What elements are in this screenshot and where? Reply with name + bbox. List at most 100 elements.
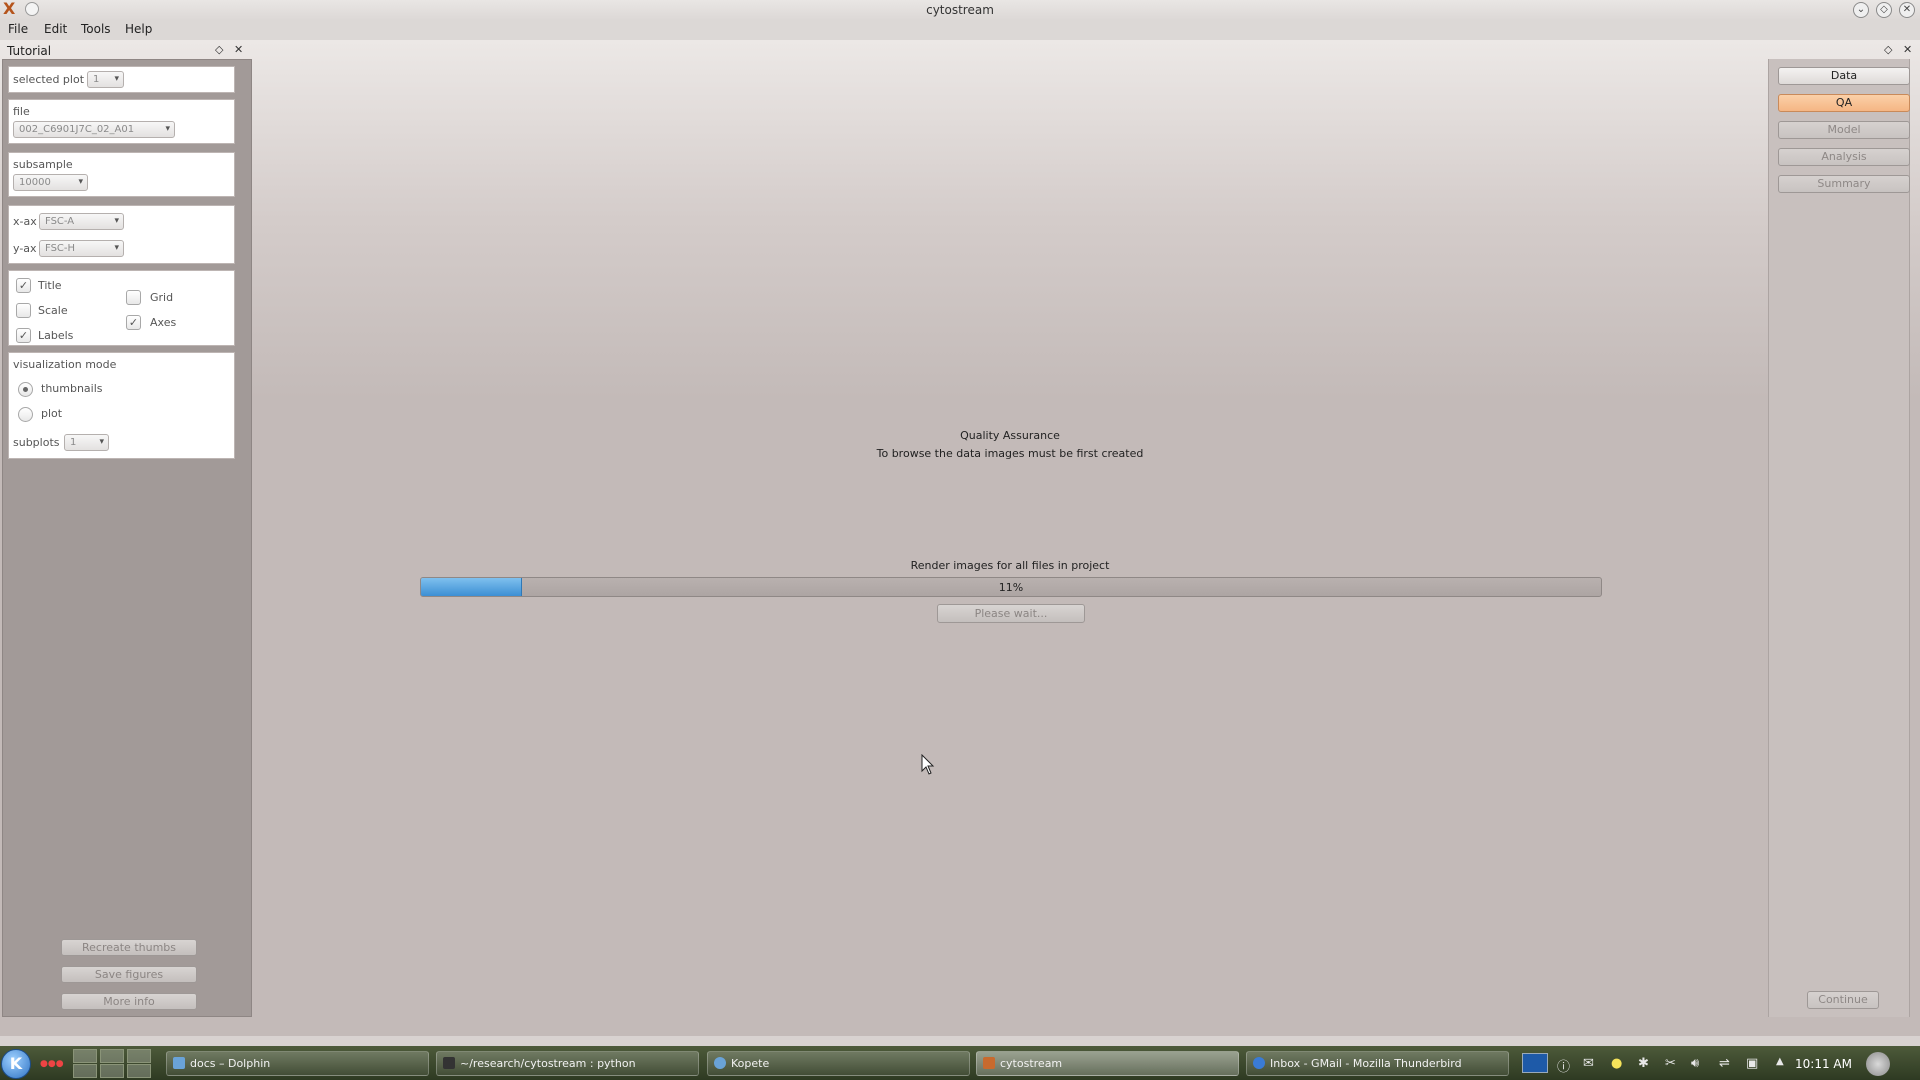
scale-checkbox-label: Scale: [38, 304, 68, 317]
mail-icon[interactable]: ✉: [1583, 1056, 1594, 1071]
grid-checkbox-label: Grid: [150, 291, 174, 304]
task-cytostream[interactable]: cytostream: [976, 1051, 1239, 1076]
subsample-value: 10000: [19, 177, 51, 188]
xax-value: FSC-A: [45, 216, 75, 227]
activity-icon[interactable]: ●●●: [40, 1059, 64, 1069]
taskbar: K ●●● docs – Dolphin ~/research/cytostre…: [0, 1046, 1920, 1080]
desktop-pager-4[interactable]: [73, 1064, 97, 1078]
network-icon[interactable]: ⇌: [1719, 1056, 1730, 1071]
menu-tools[interactable]: Tools: [81, 22, 111, 36]
dock-float-icon[interactable]: ◇: [215, 43, 223, 56]
chevron-down-icon: ▾: [114, 243, 119, 253]
labels-checkbox-label: Labels: [38, 329, 74, 342]
yax-select[interactable]: FSC-H ▾: [39, 240, 124, 257]
menu-bar: File Edit Tools Help: [0, 20, 1920, 40]
task-kopete[interactable]: Kopete: [707, 1051, 970, 1076]
vis-mode-label: visualization mode: [13, 358, 117, 371]
chevron-down-icon: ▾: [114, 216, 119, 226]
more-info-button[interactable]: More info: [61, 993, 197, 1010]
left-dock-header: Tutorial ◇ ✕: [0, 40, 252, 60]
folder-icon: [173, 1057, 185, 1069]
nav-analysis-button[interactable]: Analysis: [1778, 148, 1910, 166]
desktop-pager-6[interactable]: [127, 1064, 151, 1078]
minimize-button[interactable]: ⌄: [1853, 2, 1869, 18]
task-label: Kopete: [731, 1057, 770, 1070]
task-label: cytostream: [1000, 1057, 1063, 1070]
nav-data-button[interactable]: Data: [1778, 67, 1910, 85]
nav-qa-button[interactable]: QA: [1778, 94, 1910, 112]
title-bar: X cytostream ⌄ ◇ ✕: [0, 0, 1920, 20]
please-wait-button[interactable]: Please wait...: [937, 604, 1085, 623]
close-window-button[interactable]: ✕: [1899, 2, 1915, 18]
display-icon[interactable]: [1522, 1053, 1548, 1073]
menu-file[interactable]: File: [8, 22, 28, 36]
task-label: ~/research/cytostream : python: [460, 1057, 636, 1070]
power-icon[interactable]: ▣: [1746, 1056, 1758, 1071]
status-smiley-icon[interactable]: ●: [1611, 1056, 1622, 1071]
xax-select[interactable]: FSC-A ▾: [39, 213, 124, 230]
task-terminal[interactable]: ~/research/cytostream : python: [436, 1051, 699, 1076]
recreate-thumbs-button[interactable]: Recreate thumbs: [61, 939, 197, 956]
window-title: cytostream: [926, 3, 994, 17]
task-label: docs – Dolphin: [190, 1057, 271, 1070]
subsample-panel: subsample 10000 ▾: [8, 152, 235, 197]
file-select[interactable]: 002_C6901J7C_02_A01 ▾: [13, 121, 175, 138]
subsample-select[interactable]: 10000 ▾: [13, 174, 88, 191]
task-thunderbird[interactable]: Inbox - GMail - Mozilla Thunderbird: [1246, 1051, 1509, 1076]
selected-plot-panel: selected plot 1 ▾: [8, 66, 235, 93]
grid-checkbox[interactable]: [126, 290, 141, 305]
nav-model-button[interactable]: Model: [1778, 121, 1910, 139]
selected-plot-value: 1: [93, 74, 100, 85]
scale-checkbox[interactable]: [16, 303, 31, 318]
menu-help[interactable]: Help: [125, 22, 152, 36]
expand-tray-icon[interactable]: ▲: [1776, 1056, 1784, 1067]
maximize-button[interactable]: ◇: [1876, 2, 1892, 18]
info-icon[interactable]: ⓘ: [1557, 1056, 1570, 1075]
volume-icon[interactable]: 🔊︎: [1691, 1056, 1699, 1071]
save-figures-button[interactable]: Save figures: [61, 966, 197, 983]
cytostream-icon: [983, 1057, 995, 1069]
axes-checkbox-label: Axes: [150, 316, 177, 329]
visualization-mode-panel: visualization mode thumbnails plot subpl…: [8, 352, 235, 459]
continue-button[interactable]: Continue: [1807, 991, 1879, 1009]
desktop-pager-2[interactable]: [100, 1049, 124, 1063]
bluetooth-icon[interactable]: ✱: [1638, 1056, 1649, 1071]
thumbnails-radio[interactable]: [18, 382, 33, 397]
status-bar: [0, 1036, 1920, 1046]
menu-edit[interactable]: Edit: [44, 22, 67, 36]
nav-summary-button[interactable]: Summary: [1778, 175, 1910, 193]
dock-float-icon[interactable]: ◇: [1884, 43, 1892, 56]
kde-menu-icon[interactable]: K: [1, 1049, 31, 1079]
file-panel: file 002_C6901J7C_02_A01 ▾: [8, 99, 235, 144]
mouse-cursor-icon: [921, 753, 935, 779]
thunderbird-icon: [1253, 1057, 1265, 1069]
plot-radio-label: plot: [41, 407, 63, 420]
dock-close-icon[interactable]: ✕: [1903, 43, 1912, 56]
title-checkbox[interactable]: ✓: [16, 278, 31, 293]
plot-options-panel: ✓ Title Scale ✓ Labels Grid ✓ Axes: [8, 270, 235, 346]
selected-plot-select[interactable]: 1 ▾: [87, 71, 124, 88]
chevron-down-icon: ▾: [78, 177, 83, 187]
plot-radio[interactable]: [18, 407, 33, 422]
axes-panel: x-ax FSC-A ▾ y-ax FSC-H ▾: [8, 205, 235, 264]
labels-checkbox[interactable]: ✓: [16, 328, 31, 343]
desktop-pager-5[interactable]: [100, 1064, 124, 1078]
dock-close-icon[interactable]: ✕: [234, 43, 243, 56]
navigation-dock: Data QA Model Analysis Summary Continue: [1768, 59, 1910, 1017]
subsample-label: subsample: [13, 158, 73, 171]
yax-label: y-ax: [13, 242, 37, 255]
klipper-icon[interactable]: ✂: [1665, 1056, 1676, 1071]
axes-checkbox[interactable]: ✓: [126, 315, 141, 330]
thumbnails-radio-label: thumbnails: [41, 382, 103, 395]
desktop-pager-1[interactable]: [73, 1049, 97, 1063]
selected-plot-label: selected plot: [13, 73, 85, 86]
desktop-pager-3[interactable]: [127, 1049, 151, 1063]
progress-percent-text: 11%: [998, 581, 1024, 594]
desktop-toolbox-icon[interactable]: [1866, 1052, 1890, 1076]
right-dock-header: ◇ ✕: [1768, 40, 1920, 60]
tutorial-dock: selected plot 1 ▾ file 002_C6901J7C_02_A…: [2, 59, 252, 1017]
terminal-icon: [443, 1057, 455, 1069]
main-area: [0, 40, 1920, 1036]
task-dolphin[interactable]: docs – Dolphin: [166, 1051, 429, 1076]
progress-caption: Render images for all files in project: [910, 559, 1110, 572]
